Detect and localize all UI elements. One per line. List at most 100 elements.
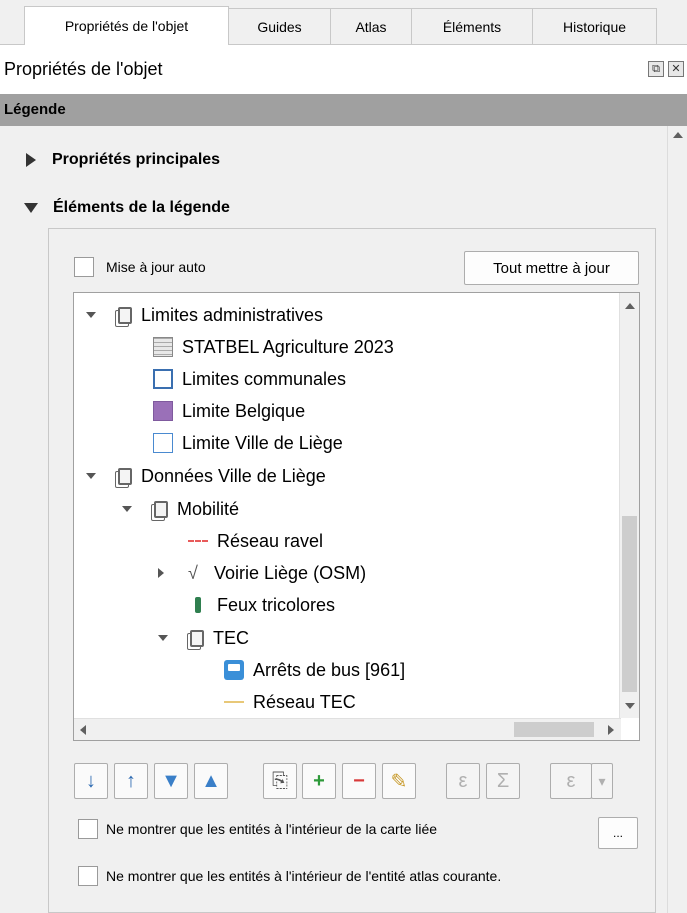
plus-icon: + bbox=[313, 769, 325, 792]
tree-item[interactable]: Arrêts de bus [961] bbox=[224, 654, 405, 686]
expression-icon: ε bbox=[458, 769, 468, 792]
filter-map-more-button[interactable]: ... bbox=[598, 817, 638, 849]
tab-item-properties[interactable]: Propriétés de l'objet bbox=[24, 6, 229, 45]
tree-item[interactable]: √ Voirie Liège (OSM) bbox=[158, 557, 366, 589]
count-features-button[interactable]: Σ bbox=[486, 763, 520, 799]
auto-update-label: Mise à jour auto bbox=[106, 259, 206, 275]
expression-button[interactable]: ε bbox=[446, 763, 480, 799]
expand-down-icon[interactable] bbox=[122, 506, 132, 512]
scroll-left-icon[interactable] bbox=[80, 725, 86, 735]
scroll-up-icon[interactable] bbox=[673, 132, 683, 138]
layer-group-icon bbox=[190, 629, 204, 647]
polygon-fill-icon bbox=[153, 401, 173, 421]
expand-down-icon[interactable] bbox=[86, 473, 96, 479]
tab-atlas[interactable]: Atlas bbox=[330, 8, 412, 44]
edit-pencil-icon: ✎ bbox=[390, 770, 408, 793]
chevron-down-icon: ▾ bbox=[598, 772, 606, 789]
scroll-thumb[interactable] bbox=[622, 516, 637, 692]
polygon-outline-icon bbox=[153, 433, 173, 453]
move-top-icon: ↑ bbox=[126, 769, 136, 792]
float-panel-icon[interactable]: ⧉ bbox=[648, 61, 664, 77]
tree-vertical-scrollbar[interactable] bbox=[619, 293, 639, 718]
tree-item-label: Limites communales bbox=[182, 368, 347, 389]
filter-dropdown-button[interactable]: ▾ bbox=[591, 763, 613, 799]
tab-label: Guides bbox=[257, 18, 302, 35]
tree-item-label: Voirie Liège (OSM) bbox=[214, 562, 367, 583]
auto-update-checkbox[interactable] bbox=[74, 257, 94, 277]
tree-item-label: Arrêts de bus [961] bbox=[253, 659, 406, 680]
tree-item[interactable]: Mobilité bbox=[122, 493, 239, 525]
tab-elements[interactable]: Éléments bbox=[411, 8, 533, 44]
layer-group-icon bbox=[154, 500, 168, 518]
tree-item[interactable]: Limite Ville de Liège bbox=[153, 427, 343, 459]
move-bottom-icon: ↓ bbox=[86, 769, 96, 792]
arrow-down-icon: ▼ bbox=[161, 769, 181, 792]
line-vertex-icon: √ bbox=[188, 563, 198, 583]
panel-title: Propriétés de l'objet bbox=[4, 59, 163, 79]
tree-item-label: TEC bbox=[213, 627, 249, 648]
tree-item-label: STATBEL Agriculture 2023 bbox=[182, 336, 394, 357]
edit-item-button[interactable]: ✎ bbox=[382, 763, 416, 799]
scroll-thumb[interactable] bbox=[514, 722, 594, 737]
add-group-button[interactable]: ⎘ bbox=[263, 763, 297, 799]
layer-group-icon bbox=[118, 306, 132, 324]
update-all-button[interactable]: Tout mettre à jour bbox=[464, 251, 639, 285]
filter-map-checkbox[interactable] bbox=[78, 819, 98, 839]
filter-atlas-label: Ne montrer que les entités à l'intérieur… bbox=[106, 868, 502, 884]
group-label: Éléments de la légende bbox=[53, 199, 230, 216]
add-item-button[interactable]: + bbox=[302, 763, 336, 799]
group-main-properties[interactable]: Propriétés principales bbox=[22, 145, 220, 175]
move-down-button[interactable]: ▼ bbox=[154, 763, 188, 799]
filter-atlas-checkbox[interactable] bbox=[78, 866, 98, 886]
scroll-right-icon[interactable] bbox=[608, 725, 614, 735]
filter-expression-icon: ε bbox=[566, 769, 576, 792]
filter-expression-button[interactable]: ε bbox=[550, 763, 592, 799]
tree-item-label: Réseau ravel bbox=[217, 530, 324, 551]
expand-down-icon[interactable] bbox=[158, 635, 168, 641]
tree-item[interactable]: Réseau ravel bbox=[188, 525, 323, 557]
close-panel-icon[interactable]: ✕ bbox=[668, 61, 684, 77]
section-header-legend: Légende bbox=[0, 94, 687, 126]
tree-item-label: Limite Belgique bbox=[182, 400, 306, 421]
tree-item[interactable]: Limites communales bbox=[153, 363, 346, 395]
item-properties-panel: Propriétés de l'objet Guides Atlas Éléme… bbox=[0, 0, 687, 913]
line-icon bbox=[224, 692, 244, 712]
tree-item[interactable]: Feux tricolores bbox=[188, 589, 335, 621]
tree-item[interactable]: Données Ville de Liège bbox=[86, 460, 326, 492]
traffic-light-icon bbox=[188, 595, 208, 615]
group-legend-items[interactable]: Éléments de la légende bbox=[22, 193, 230, 223]
table-icon bbox=[153, 337, 173, 357]
minus-icon: − bbox=[353, 769, 365, 792]
scroll-down-icon[interactable] bbox=[625, 703, 635, 709]
legend-tree: Limites administratives STATBEL Agricult… bbox=[73, 292, 640, 741]
tree-item-label: Mobilité bbox=[177, 498, 240, 519]
tab-label: Éléments bbox=[442, 18, 502, 35]
tree-horizontal-scrollbar[interactable] bbox=[74, 718, 621, 740]
tab-label: Atlas bbox=[355, 18, 387, 35]
panel-scrollbar[interactable] bbox=[667, 126, 687, 913]
section-title: Légende bbox=[4, 101, 66, 118]
tab-guides[interactable]: Guides bbox=[228, 8, 331, 44]
expand-down-icon[interactable] bbox=[86, 312, 96, 318]
move-up-button[interactable]: ▲ bbox=[194, 763, 228, 799]
expand-right-icon[interactable] bbox=[158, 568, 164, 578]
scroll-up-icon[interactable] bbox=[625, 303, 635, 309]
tab-history[interactable]: Historique bbox=[532, 8, 657, 44]
tree-item[interactable]: STATBEL Agriculture 2023 bbox=[153, 331, 394, 363]
collapse-down-icon bbox=[24, 203, 38, 213]
move-to-top-button[interactable]: ↑ bbox=[114, 763, 148, 799]
add-group-icon: ⎘ bbox=[272, 769, 288, 792]
remove-item-button[interactable]: − bbox=[342, 763, 376, 799]
tree-item[interactable]: Réseau TEC bbox=[224, 686, 356, 718]
layer-group-icon bbox=[118, 467, 132, 485]
tree-item[interactable]: Limite Belgique bbox=[153, 395, 305, 427]
move-to-bottom-button[interactable]: ↓ bbox=[74, 763, 108, 799]
tab-label: Propriétés de l'objet bbox=[64, 18, 189, 34]
tab-bar: Propriétés de l'objet Guides Atlas Éléme… bbox=[0, 0, 687, 45]
expand-right-icon bbox=[26, 153, 36, 167]
bus-icon bbox=[224, 660, 244, 680]
tree-item[interactable]: Limites administratives bbox=[86, 299, 323, 331]
tree-item-label: Réseau TEC bbox=[253, 691, 356, 712]
arrow-up-icon: ▲ bbox=[201, 769, 221, 792]
tree-item[interactable]: TEC bbox=[158, 622, 249, 654]
